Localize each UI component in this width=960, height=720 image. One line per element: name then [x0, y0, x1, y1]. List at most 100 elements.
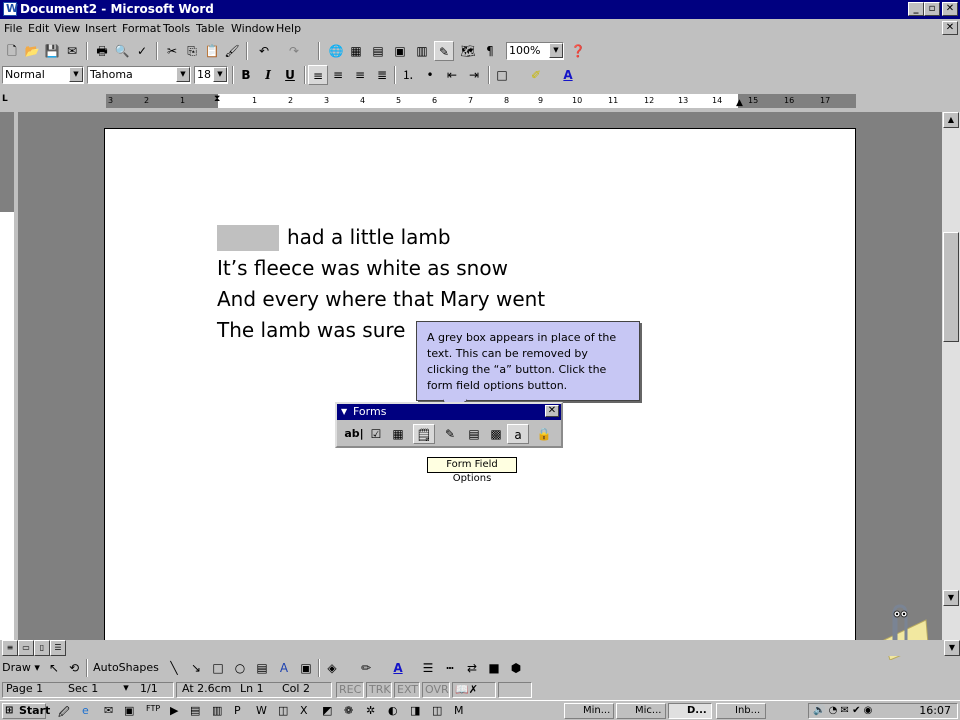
- spelling-status-icon[interactable]: 📖✗: [452, 682, 496, 698]
- task-button[interactable]: Mic...: [616, 703, 666, 719]
- textbox-icon[interactable]: ▤: [252, 658, 272, 678]
- line-style-icon[interactable]: ☰: [418, 658, 438, 678]
- checkbox-form-field-icon[interactable]: ☑: [365, 424, 387, 444]
- align-right-icon[interactable]: ≡: [350, 65, 370, 85]
- form-field-options-icon[interactable]: 🗒: [413, 424, 435, 444]
- rectangle-icon[interactable]: □: [208, 658, 228, 678]
- bold-button[interactable]: B: [236, 65, 256, 85]
- insert-frame-icon[interactable]: ▩: [485, 424, 507, 444]
- clipart-icon[interactable]: ▣: [296, 658, 316, 678]
- app-icon[interactable]: ❁: [344, 704, 358, 718]
- app-icon[interactable]: ◫: [432, 704, 446, 718]
- tab-stop-selector[interactable]: L: [2, 94, 12, 106]
- protect-form-icon[interactable]: 🔒: [533, 424, 555, 444]
- excel-icon[interactable]: X: [300, 704, 314, 718]
- save-icon[interactable]: 💾: [42, 41, 62, 61]
- document-map-icon[interactable]: 🗺: [458, 41, 478, 61]
- email-icon[interactable]: ✉: [62, 41, 82, 61]
- menu-window[interactable]: Window: [231, 22, 274, 35]
- toolbar-menu-icon[interactable]: ▼: [341, 404, 347, 420]
- insert-excel-icon[interactable]: ▣: [390, 41, 410, 61]
- app-icon[interactable]: ◐: [388, 704, 402, 718]
- wordart-icon[interactable]: A: [274, 658, 294, 678]
- desktop-icon[interactable]: ▣: [124, 704, 138, 718]
- font-color-icon[interactable]: A: [558, 65, 578, 85]
- align-left-icon[interactable]: ≡: [308, 65, 328, 85]
- maximize-button[interactable]: ▫: [924, 2, 940, 16]
- ftp-icon[interactable]: FTP: [146, 704, 160, 718]
- vertical-ruler[interactable]: [0, 112, 14, 640]
- menu-edit[interactable]: Edit: [28, 22, 49, 35]
- justify-icon[interactable]: ≣: [372, 65, 392, 85]
- bullets-icon[interactable]: •: [420, 65, 440, 85]
- drawing-icon[interactable]: ✎: [434, 41, 454, 61]
- quicklaunch-icon[interactable]: 🖉: [58, 704, 72, 719]
- arrow-icon[interactable]: ↘: [186, 658, 206, 678]
- decrease-indent-icon[interactable]: ⇤: [442, 65, 462, 85]
- free-rotate-icon[interactable]: ⟲: [64, 658, 84, 678]
- menu-view[interactable]: View: [54, 22, 80, 35]
- form-field-shading[interactable]: [217, 225, 279, 251]
- print-layout-icon[interactable]: ▯: [34, 640, 50, 656]
- undo-icon[interactable]: ↶: [254, 41, 274, 61]
- forms-close-button[interactable]: ✕: [545, 405, 559, 417]
- tray-icons[interactable]: 🔊 ◔ ✉ ✔ ◉: [813, 704, 872, 718]
- status-rec[interactable]: REC: [336, 682, 364, 698]
- scroll-down-icon[interactable]: ▼: [943, 590, 959, 606]
- cut-icon[interactable]: ✂: [162, 41, 182, 61]
- format-painter-icon[interactable]: 🖌: [222, 41, 242, 61]
- dropdown-form-field-icon[interactable]: ▦: [387, 424, 409, 444]
- app-icon[interactable]: ▤: [190, 704, 204, 718]
- shadow-icon[interactable]: ■: [484, 658, 504, 678]
- increase-indent-icon[interactable]: ⇥: [464, 65, 484, 85]
- show-hide-icon[interactable]: ¶: [480, 41, 500, 61]
- dash-style-icon[interactable]: ┅: [440, 658, 460, 678]
- print-preview-icon[interactable]: 🔍: [112, 41, 132, 61]
- start-button[interactable]: ⊞ Start: [2, 703, 50, 719]
- normal-view-icon[interactable]: ≡: [2, 640, 18, 656]
- outline-view-icon[interactable]: ☰: [50, 640, 66, 656]
- select-objects-icon[interactable]: ↖: [44, 658, 64, 678]
- menu-file[interactable]: File: [4, 22, 22, 35]
- form-field-shading-icon[interactable]: a: [507, 424, 529, 444]
- tables-borders-icon[interactable]: ▦: [346, 41, 366, 61]
- line-color-icon[interactable]: ✏: [356, 658, 376, 678]
- status-ovr[interactable]: OVR: [422, 682, 450, 698]
- zoom-select[interactable]: 100% ▼: [506, 42, 564, 60]
- align-center-icon[interactable]: ≡: [328, 65, 348, 85]
- doc-close-button[interactable]: ✕: [942, 21, 958, 35]
- scroll-thumb[interactable]: [943, 232, 959, 342]
- numbering-icon[interactable]: ⒈: [398, 65, 418, 85]
- outlook-icon[interactable]: ✉: [104, 704, 118, 718]
- forms-toolbar-title[interactable]: ▼ Forms: [337, 404, 561, 420]
- menu-insert[interactable]: Insert: [85, 22, 117, 35]
- 3d-icon[interactable]: ⬢: [506, 658, 526, 678]
- task-button-active[interactable]: D...: [668, 703, 712, 719]
- ie-icon[interactable]: e: [82, 704, 96, 718]
- fill-color-icon[interactable]: ◈: [322, 658, 342, 678]
- redo-icon[interactable]: ↷: [284, 41, 304, 61]
- draw-menu[interactable]: Draw ▾: [2, 658, 40, 678]
- vertical-scrollbar[interactable]: ▲ ▼: [942, 112, 960, 640]
- copy-icon[interactable]: ⎘: [182, 41, 202, 61]
- media-icon[interactable]: ▶: [170, 704, 184, 718]
- font-color-draw-icon[interactable]: A: [388, 658, 408, 678]
- borders-icon[interactable]: □: [492, 65, 512, 85]
- word-app-icon[interactable]: [3, 2, 18, 16]
- spelling-icon[interactable]: ✓: [132, 41, 152, 61]
- next-page-icon[interactable]: ▼: [944, 640, 960, 656]
- underline-button[interactable]: U: [280, 65, 300, 85]
- print-icon[interactable]: 🖶: [92, 41, 112, 61]
- text-form-field-icon[interactable]: ab|: [343, 424, 365, 444]
- task-button[interactable]: Inb...: [716, 703, 766, 719]
- menu-tools[interactable]: Tools: [163, 22, 190, 35]
- status-trk[interactable]: TRK: [366, 682, 392, 698]
- help-icon[interactable]: ❓: [568, 41, 588, 61]
- columns-icon[interactable]: ▥: [412, 41, 432, 61]
- font-size-select[interactable]: 18 ▼: [194, 66, 228, 84]
- oval-icon[interactable]: ○: [230, 658, 250, 678]
- right-indent-marker[interactable]: ▲: [736, 98, 743, 108]
- indent-marker[interactable]: ⧗: [214, 94, 220, 104]
- task-button[interactable]: Min...: [564, 703, 614, 719]
- status-ext[interactable]: EXT: [394, 682, 420, 698]
